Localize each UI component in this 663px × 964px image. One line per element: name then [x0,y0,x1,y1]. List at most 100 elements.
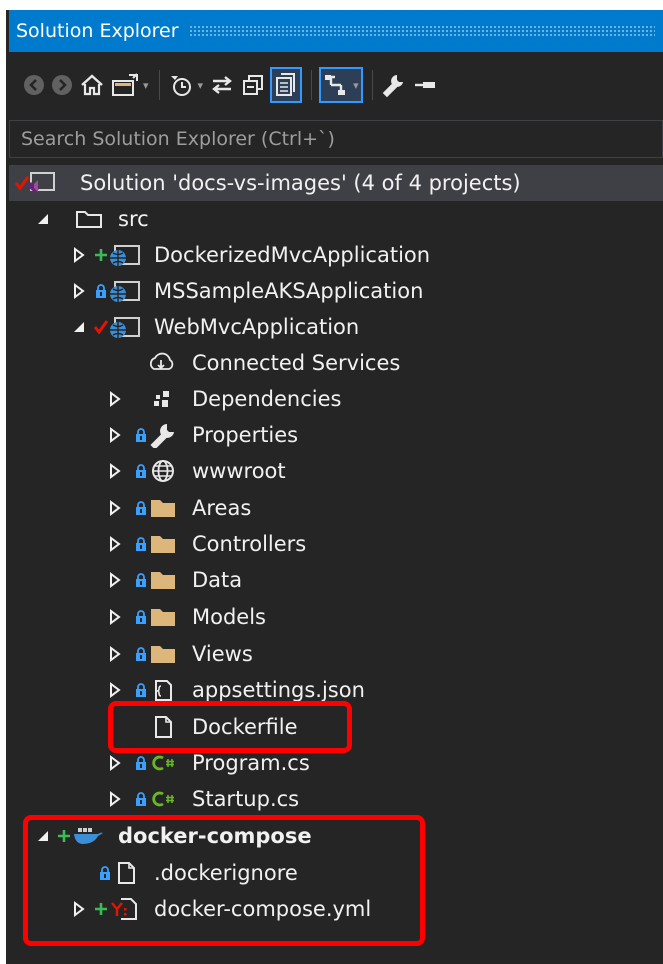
tree-row-project[interactable]: WebMvcApplication [9,309,663,345]
collapsed-arrow-icon[interactable] [106,526,124,562]
expanded-arrow-icon[interactable] [34,201,52,237]
pin-button[interactable] [413,68,437,102]
pending-changes-dropdown-arrow[interactable]: ▾ [198,79,204,92]
item-label: Connected Services [192,351,401,375]
lock-status-icon [133,745,149,781]
item-label: Areas [192,496,252,520]
preview-dropdown-arrow[interactable]: ▾ [353,79,359,92]
tree-row-project[interactable]: MSSampleAKSApplication [9,273,663,309]
tree-row-folder[interactable]: Areas [9,490,663,526]
tree-row-folder[interactable]: Models [9,599,663,635]
yaml-file-icon [107,891,141,927]
sync-with-active-document-button[interactable] [209,68,235,102]
file-icon [147,709,179,745]
toolbar-separator [158,70,160,100]
tree-row-dockerignore[interactable]: .dockerignore [9,855,663,891]
item-label: Dockerfile [192,715,298,739]
switch-views-dropdown-arrow[interactable]: ▾ [143,79,149,92]
switch-views-button[interactable]: ▾ [111,68,149,102]
home-button[interactable] [79,68,105,102]
tree-row-appsettings[interactable]: appsettings.json [9,672,663,708]
added-status-icon [56,818,72,854]
search-box [9,120,663,158]
collapsed-arrow-icon[interactable] [106,599,124,635]
folder-icon [147,490,179,526]
search-input[interactable] [10,120,662,158]
item-label: wwwroot [192,459,286,483]
tree-row-properties[interactable]: Properties [9,417,663,453]
pending-changes-filter-icon [170,76,191,96]
item-label: appsettings.json [192,678,365,702]
folder-icon [147,526,179,562]
folder-icon [147,636,179,672]
properties-button[interactable] [381,68,407,102]
docker-compose-label: docker-compose [118,824,312,848]
tree-row-wwwroot[interactable]: wwwroot [9,453,663,489]
connected-services-icon [145,345,177,381]
solution-label: Solution 'docs-vs-images' (4 of 4 projec… [80,171,521,195]
tree-row-docker-compose[interactable]: docker-compose [9,818,663,854]
toolbar-separator [311,70,313,100]
tree-row-src[interactable]: src [9,201,663,237]
back-button[interactable] [23,68,45,102]
show-all-files-button[interactable] [270,67,303,103]
tree-row-docker-compose-yml[interactable]: docker-compose.yml [9,891,663,927]
folder-icon [147,599,179,635]
tree-row-connected-services[interactable]: Connected Services [9,345,663,381]
pin-icon [414,82,435,88]
collapsed-arrow-icon[interactable] [106,781,124,817]
project-label: WebMvcApplication [154,315,360,339]
collapsed-arrow-icon[interactable] [70,237,88,273]
tree-row-dependencies[interactable]: Dependencies [9,381,663,417]
item-label: .dockerignore [154,861,298,885]
item-label: docker-compose.yml [154,897,372,921]
collapsed-arrow-icon[interactable] [106,745,124,781]
sync-with-active-document-icon [212,76,232,94]
src-label: src [118,207,149,231]
solution-icon [25,165,57,201]
item-label: Startup.cs [192,787,300,811]
collapse-all-icon [243,75,264,95]
project-label: DockerizedMvcApplication [154,243,431,267]
project-label: MSSampleAKSApplication [154,279,424,303]
tree-row-dockerfile[interactable]: Dockerfile [9,709,663,745]
show-all-files-icon [276,73,296,96]
json-file-icon [147,672,179,708]
collapsed-arrow-icon[interactable] [106,562,124,598]
collapsed-arrow-icon[interactable] [106,672,124,708]
collapsed-arrow-icon[interactable] [106,636,124,672]
switch-views-icon [112,73,138,96]
preview-selected-items-button[interactable]: ▾ [319,67,363,103]
preview-selected-items-icon [325,75,346,95]
collapsed-arrow-icon[interactable] [70,891,88,927]
pending-changes-filter-button[interactable]: ▾ [168,68,204,102]
panel-title: Solution Explorer [16,20,179,42]
tree-row-csharp-file[interactable]: Startup.cs [9,781,663,817]
expanded-arrow-icon[interactable] [34,818,52,854]
tree-row-csharp-file[interactable]: Program.cs [9,745,663,781]
collapsed-arrow-icon[interactable] [106,490,124,526]
collapse-all-button[interactable] [241,68,265,102]
csharp-file-icon [149,781,181,817]
item-label: Models [192,605,266,629]
dependencies-icon [145,381,177,417]
file-icon [111,855,141,891]
tree-row-folder[interactable]: Controllers [9,526,663,562]
docker-compose-icon [71,818,105,854]
item-label: Data [192,568,243,592]
expanded-arrow-icon[interactable] [70,309,88,345]
tree-row-folder[interactable]: Data [9,562,663,598]
folder-icon [147,562,179,598]
tree-row-solution[interactable]: Solution 'docs-vs-images' (4 of 4 projec… [9,165,663,201]
tree-row-folder[interactable]: Views [9,636,663,672]
collapsed-arrow-icon[interactable] [106,453,124,489]
web-project-icon [107,273,141,309]
solution-explorer-title-bar[interactable]: Solution Explorer [9,10,663,52]
collapsed-arrow-icon[interactable] [70,273,88,309]
back-icon [24,75,44,95]
tree-row-project[interactable]: DockerizedMvcApplication [9,237,663,273]
collapsed-arrow-icon[interactable] [106,381,124,417]
web-project-icon [107,237,141,273]
forward-button[interactable] [51,68,73,102]
collapsed-arrow-icon[interactable] [106,417,124,453]
